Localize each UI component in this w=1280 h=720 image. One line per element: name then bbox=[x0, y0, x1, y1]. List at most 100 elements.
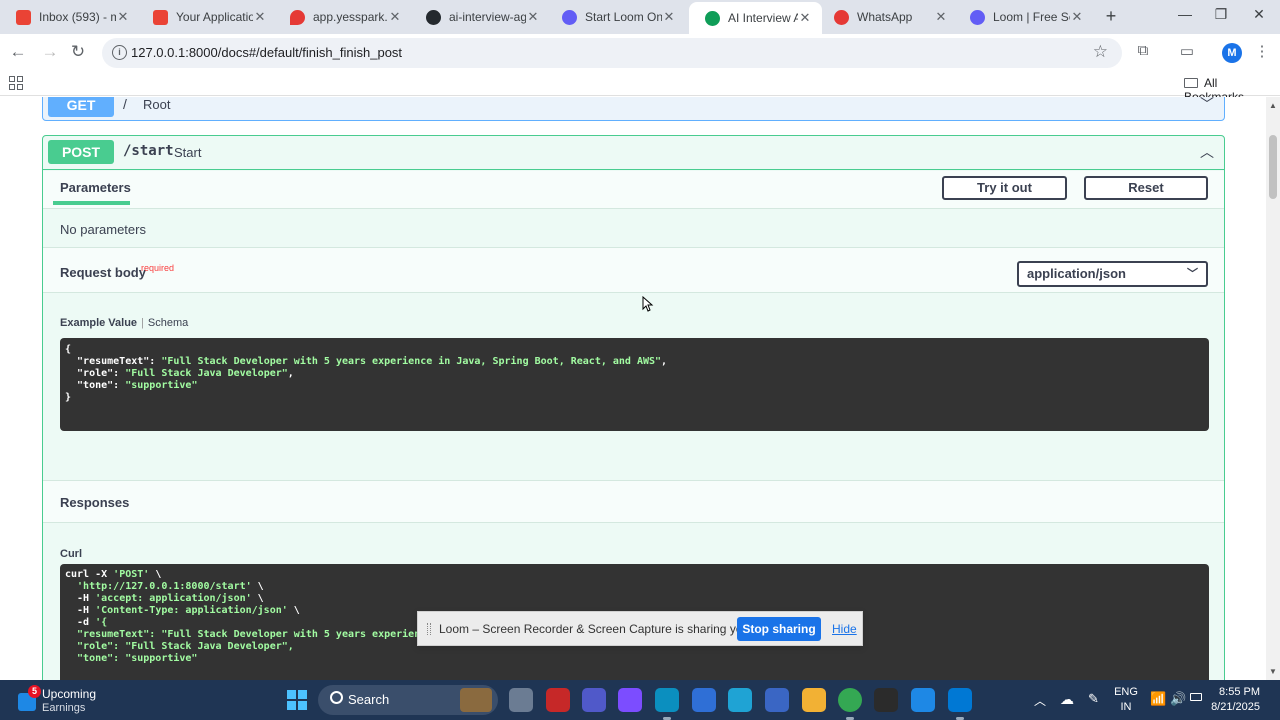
clock-time: 8:55 PM bbox=[1219, 686, 1260, 698]
chevron-down-icon[interactable]: ﹀ bbox=[1200, 97, 1214, 114]
task-view-icon[interactable] bbox=[509, 688, 533, 712]
tab-label: Loom | Free Scre bbox=[993, 10, 1070, 24]
example-json-code[interactable]: { "resumeText": "Full Stack Developer wi… bbox=[60, 338, 1209, 431]
tab-example-value[interactable]: Example Value bbox=[60, 317, 137, 329]
method-badge-get: GET bbox=[48, 97, 114, 117]
operation-summary: Root bbox=[143, 97, 171, 112]
volume-icon[interactable]: 🔊 bbox=[1170, 691, 1186, 707]
hide-link[interactable]: Hide bbox=[832, 622, 857, 636]
tab-whatsapp[interactable]: WhatsApp ✕ bbox=[818, 0, 958, 34]
teams-icon[interactable] bbox=[582, 688, 606, 712]
parameters-title[interactable]: Parameters bbox=[60, 180, 131, 195]
news-subtitle: Earnings bbox=[42, 702, 86, 714]
apps-grid-icon[interactable] bbox=[9, 76, 25, 92]
pen-icon[interactable]: ✎ bbox=[1088, 691, 1099, 707]
tab-loom-free[interactable]: Loom | Free Scre ✕ bbox=[954, 0, 1094, 34]
no-parameters-text: No parameters bbox=[60, 222, 146, 237]
profile-avatar[interactable]: M bbox=[1222, 43, 1242, 63]
scroll-down-arrow-icon[interactable]: ▼ bbox=[1269, 667, 1277, 676]
taskbar-search[interactable]: Search bbox=[318, 685, 498, 715]
copilot-icon[interactable] bbox=[618, 688, 642, 712]
store-icon[interactable] bbox=[692, 688, 716, 712]
file-explorer-icon[interactable] bbox=[802, 688, 826, 712]
forward-button[interactable]: → bbox=[38, 41, 62, 65]
scroll-up-arrow-icon[interactable]: ▲ bbox=[1269, 101, 1277, 110]
extensions-icon[interactable]: ⧉ bbox=[1132, 42, 1154, 64]
map-pin-icon bbox=[290, 9, 305, 25]
site-info-icon[interactable]: i bbox=[112, 45, 127, 60]
chrome-icon[interactable] bbox=[838, 688, 862, 720]
menu-dots-icon[interactable]: ⋮ bbox=[1251, 42, 1273, 64]
tab-ai-interview[interactable]: AI Interview Age ✕ bbox=[689, 2, 822, 34]
drag-handle[interactable] bbox=[427, 623, 431, 635]
loom-icon bbox=[562, 9, 577, 25]
reload-button[interactable]: ↻ bbox=[66, 41, 90, 65]
operation-path: /start bbox=[123, 143, 174, 159]
tab-github[interactable]: ai-interview-age ✕ bbox=[410, 0, 550, 34]
tab-schema[interactable]: Schema bbox=[148, 317, 188, 329]
edge-icon[interactable] bbox=[655, 688, 679, 720]
operation-get-root[interactable]: GET / Root ﹀ bbox=[42, 97, 1225, 121]
tray-chevron-up-icon[interactable]: ︿ bbox=[1034, 692, 1046, 709]
content-type-select[interactable]: application/json ﹀ bbox=[1017, 261, 1208, 287]
chevron-down-icon: ﹀ bbox=[1187, 268, 1198, 280]
tab-yesspark[interactable]: app.yesspark.io/s ✕ bbox=[274, 0, 412, 34]
close-icon[interactable]: ✕ bbox=[1070, 9, 1084, 25]
reset-button[interactable]: Reset bbox=[1084, 176, 1208, 200]
try-it-out-button[interactable]: Try it out bbox=[942, 176, 1067, 200]
terminal-icon[interactable] bbox=[874, 688, 898, 712]
minimize-button[interactable]: — bbox=[1170, 6, 1200, 26]
parameters-header: Parameters Try it out Reset bbox=[43, 171, 1224, 209]
address-bar[interactable]: i 127.0.0.1:8000/docs#/default/finish_fi… bbox=[102, 38, 1122, 68]
operation-summary-bar[interactable]: POST /start Start ︿ bbox=[43, 136, 1224, 170]
edge-dev-icon[interactable] bbox=[728, 688, 752, 712]
onedrive-cloud-icon[interactable]: ☁ bbox=[1060, 691, 1074, 708]
curl-label: Curl bbox=[60, 548, 82, 560]
system-clock[interactable]: 8:55 PM 8/21/2025 bbox=[1198, 685, 1260, 715]
windows-taskbar: 5 Upcoming Earnings Search ︿ ☁ ✎ ENG IN … bbox=[0, 680, 1280, 720]
close-icon[interactable]: ✕ bbox=[388, 9, 402, 25]
close-icon[interactable]: ✕ bbox=[798, 10, 812, 26]
tab-loom-onboarding[interactable]: Start Loom Onbo ✕ bbox=[546, 0, 686, 34]
scrollbar-thumb[interactable] bbox=[1269, 135, 1277, 199]
tab-label: AI Interview Age bbox=[728, 11, 798, 25]
mcafee-icon[interactable] bbox=[546, 688, 570, 712]
new-tab-button[interactable]: + bbox=[1100, 6, 1122, 28]
close-icon[interactable]: ✕ bbox=[662, 9, 676, 25]
swagger-icon bbox=[705, 10, 720, 26]
region-code: IN bbox=[1120, 701, 1132, 713]
back-button[interactable]: ← bbox=[6, 41, 30, 65]
operation-summary: Start bbox=[174, 145, 202, 160]
close-icon[interactable]: ✕ bbox=[116, 9, 130, 25]
mouse-cursor-icon bbox=[642, 296, 654, 312]
language-indicator[interactable]: ENG IN bbox=[1114, 685, 1138, 715]
url-text[interactable]: 127.0.0.1:8000/docs#/default/finish_fini… bbox=[131, 45, 402, 60]
wifi-icon[interactable]: 📶 bbox=[1150, 691, 1166, 707]
close-icon[interactable]: ✕ bbox=[526, 9, 540, 25]
content-type-value: application/json bbox=[1027, 266, 1126, 281]
search-placeholder: Search bbox=[348, 692, 390, 707]
stop-sharing-button[interactable]: Stop sharing bbox=[737, 617, 821, 641]
tab-label: Your Application bbox=[176, 10, 253, 24]
method-badge-post: POST bbox=[48, 140, 114, 164]
tab-inbox[interactable]: Inbox (593) - ma ✕ bbox=[0, 0, 140, 34]
notepad-icon[interactable] bbox=[911, 688, 935, 712]
swagger-page: GET / Root ﹀ POST /start Start ︿ Paramet… bbox=[0, 97, 1280, 680]
files-icon[interactable] bbox=[765, 688, 789, 712]
close-icon[interactable]: ✕ bbox=[253, 9, 267, 25]
browser-tab-bar: Inbox (593) - ma ✕ Your Application ✕ ap… bbox=[0, 0, 1280, 34]
tab-your-application[interactable]: Your Application ✕ bbox=[137, 0, 277, 34]
close-window-button[interactable]: ✕ bbox=[1244, 6, 1274, 26]
maximize-button[interactable]: ❐ bbox=[1206, 6, 1236, 26]
page-scrollbar[interactable]: ▲ ▼ bbox=[1266, 97, 1280, 680]
chevron-up-icon[interactable]: ︿ bbox=[1200, 142, 1214, 162]
github-icon bbox=[426, 9, 441, 25]
windows-start-icon[interactable] bbox=[287, 690, 307, 710]
close-icon[interactable]: ✕ bbox=[934, 9, 948, 25]
tab-label: Start Loom Onbo bbox=[585, 10, 662, 24]
vscode-icon[interactable] bbox=[948, 688, 972, 720]
whatsapp-icon bbox=[834, 9, 849, 25]
tab-label: Inbox (593) - ma bbox=[39, 10, 116, 24]
cast-icon[interactable]: ▭ bbox=[1176, 42, 1198, 64]
bookmark-star-icon[interactable]: ☆ bbox=[1093, 42, 1108, 62]
